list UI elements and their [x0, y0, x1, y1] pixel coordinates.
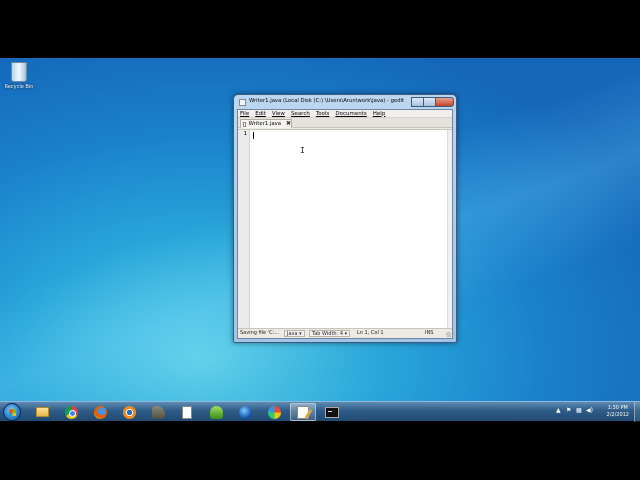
window-title: Writer1.java (Local Disk (C:) \Users\Aru… — [249, 98, 405, 104]
gedit-app-icon — [239, 99, 246, 106]
status-bar: Saving file 'C:... Java ▾ Tab Width: 4 ▾… — [238, 328, 452, 338]
recycle-bin-label: Recycle Bin — [4, 84, 34, 90]
globe-icon — [238, 405, 252, 419]
title-bar[interactable]: Writer1.java (Local Disk (C:) \Users\Aru… — [236, 97, 454, 108]
show-desktop-button[interactable] — [634, 402, 640, 422]
document-icon — [182, 405, 192, 419]
gedit-window[interactable]: Writer1.java (Local Disk (C:) \Users\Aru… — [233, 94, 457, 343]
show-hidden-icons-icon[interactable]: ▲ — [556, 408, 561, 414]
chrome-icon — [64, 405, 78, 419]
palette-icon — [267, 405, 281, 419]
line-number-gutter: 1 — [238, 130, 250, 328]
menu-help[interactable]: Help — [373, 111, 386, 117]
taskbar-paint[interactable] — [261, 403, 287, 421]
vertical-scrollbar[interactable] — [447, 130, 452, 328]
taskbar-firefox[interactable] — [87, 403, 113, 421]
cursor-position: Ln 1, Col 1 — [357, 330, 384, 336]
gedit-icon — [297, 405, 309, 419]
menu-edit[interactable]: Edit — [255, 111, 266, 117]
menu-file[interactable]: File — [240, 111, 249, 117]
inkscape-icon — [209, 405, 223, 419]
recycle-bin-icon — [11, 62, 27, 82]
menu-bar: File Edit View Search Tools Documents He… — [238, 110, 452, 118]
document-tabs: Writer1.java ✖ — [238, 118, 452, 128]
minimize-button[interactable] — [411, 97, 423, 107]
clock[interactable]: 1:30 PM 2/2/2012 — [607, 405, 629, 418]
recycle-bin[interactable]: Recycle Bin — [3, 62, 35, 90]
taskbar-document[interactable] — [174, 403, 200, 421]
close-icon[interactable]: ✖ — [286, 121, 291, 127]
network-icon[interactable]: ▦ — [576, 408, 582, 414]
tab-label: Writer1.java — [248, 121, 281, 127]
ibeam-cursor-icon: I — [300, 146, 305, 155]
menu-documents[interactable]: Documents — [335, 111, 366, 117]
terminal-icon — [325, 406, 339, 418]
insert-mode: INS — [425, 330, 434, 336]
resize-grip-icon[interactable] — [446, 332, 451, 337]
blender-icon — [122, 405, 136, 419]
line-number: 1 — [243, 131, 248, 137]
taskbar-globe[interactable] — [232, 403, 258, 421]
action-center-flag-icon[interactable]: ⚑ — [566, 408, 571, 414]
menu-view[interactable]: View — [272, 111, 285, 117]
taskbar-gedit[interactable] — [290, 403, 316, 421]
taskbar-gimp[interactable] — [145, 403, 171, 421]
tab-writer1-java[interactable]: Writer1.java ✖ — [240, 119, 292, 128]
desktop: Recycle Bin Writer1.java (Local Disk (C:… — [0, 58, 640, 421]
menu-tools[interactable]: Tools — [316, 111, 330, 117]
system-tray: ▲ ⚑ ▦ ◀) 1:30 PM 2/2/2012 — [552, 402, 640, 422]
status-message: Saving file 'C:... — [240, 330, 280, 336]
taskbar-inkscape[interactable] — [203, 403, 229, 421]
text-caret — [253, 132, 254, 139]
taskbar-chrome[interactable] — [58, 403, 84, 421]
language-dropdown[interactable]: Java ▾ — [284, 330, 305, 337]
start-button[interactable] — [3, 403, 21, 421]
language-value: Java — [287, 331, 298, 337]
taskbar-terminal[interactable] — [319, 403, 345, 421]
window-client: File Edit View Search Tools Documents He… — [237, 109, 453, 339]
tab-width-dropdown[interactable]: Tab Width: 4 ▾ — [309, 330, 351, 337]
firefox-icon — [93, 405, 107, 419]
maximize-button[interactable] — [423, 97, 435, 107]
close-window-button[interactable] — [435, 97, 454, 107]
gimp-icon — [151, 405, 165, 419]
taskbar: ▲ ⚑ ▦ ◀) 1:30 PM 2/2/2012 — [0, 401, 640, 422]
text-editor[interactable]: 1 I — [238, 129, 452, 328]
taskbar-explorer[interactable] — [29, 403, 55, 421]
taskbar-blender[interactable] — [116, 403, 142, 421]
volume-icon[interactable]: ◀) — [586, 408, 593, 414]
menu-search[interactable]: Search — [291, 111, 310, 117]
file-icon — [243, 121, 246, 127]
window-controls — [411, 97, 454, 107]
clock-date: 2/2/2012 — [606, 411, 629, 418]
clock-time: 1:30 PM — [607, 405, 628, 411]
tab-width-value: Tab Width: 4 — [312, 331, 344, 337]
folder-icon — [35, 407, 49, 417]
